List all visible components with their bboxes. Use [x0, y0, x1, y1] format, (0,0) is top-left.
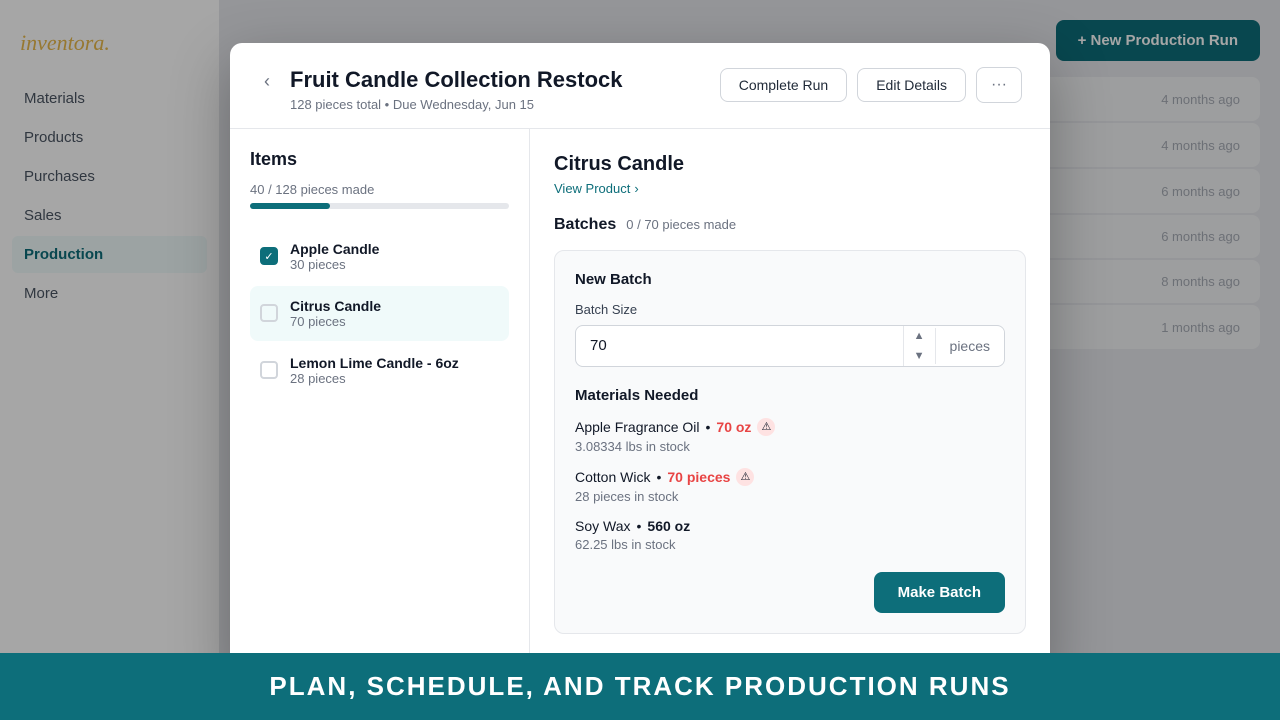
- right-panel: Citrus Candle View Product › Batches 0 /…: [530, 129, 1050, 678]
- items-progress-bar-bg: [250, 203, 509, 209]
- edit-details-button[interactable]: Edit Details: [857, 68, 966, 102]
- batches-progress: 0 / 70 pieces made: [626, 217, 736, 232]
- product-title: Citrus Candle: [554, 153, 1026, 176]
- items-panel-title: Items: [250, 149, 509, 170]
- items-panel: Items 40 / 128 pieces made ✓ Apple Candl…: [230, 129, 530, 678]
- make-batch-row: Make Batch: [575, 572, 1005, 613]
- item-name-apple-candle: Apple Candle: [290, 241, 379, 257]
- warning-icon-cotton-wick: ⚠: [736, 468, 754, 486]
- item-list: ✓ Apple Candle 30 pieces Citrus Candle 7…: [250, 229, 509, 398]
- material-stock-soy-wax: 62.25 lbs in stock: [575, 537, 1005, 552]
- stepper-up-button[interactable]: ▲: [904, 326, 935, 346]
- modal-overlay: ‹ Fruit Candle Collection Restock 128 pi…: [0, 0, 1280, 720]
- batches-label: Batches: [554, 216, 616, 234]
- view-product-link[interactable]: View Product ›: [554, 181, 639, 196]
- modal-subtitle: 128 pieces total • Due Wednesday, Jun 15: [290, 97, 623, 112]
- modal-header-left: ‹ Fruit Candle Collection Restock 128 pi…: [258, 67, 623, 112]
- batch-size-input[interactable]: [576, 327, 903, 364]
- item-pieces-apple-candle: 30 pieces: [290, 257, 379, 272]
- item-checkbox-apple-candle[interactable]: ✓: [260, 247, 278, 265]
- stepper-down-button[interactable]: ▼: [904, 346, 935, 366]
- item-row-apple-candle[interactable]: ✓ Apple Candle 30 pieces: [250, 229, 509, 284]
- production-run-modal: ‹ Fruit Candle Collection Restock 128 pi…: [230, 43, 1050, 678]
- material-stock-cotton-wick: 28 pieces in stock: [575, 489, 1005, 504]
- item-name-lemon-lime-candle: Lemon Lime Candle - 6oz: [290, 355, 459, 371]
- items-progress-bar-fill: [250, 203, 330, 209]
- material-row-cotton-wick: Cotton Wick • 70 pieces ⚠ 28 pieces in s…: [575, 468, 1005, 504]
- modal-header-actions: Complete Run Edit Details ···: [720, 67, 1022, 103]
- modal-title: Fruit Candle Collection Restock: [290, 67, 623, 93]
- material-stock-apple-fragrance: 3.08334 lbs in stock: [575, 439, 1005, 454]
- modal-header: ‹ Fruit Candle Collection Restock 128 pi…: [230, 43, 1050, 129]
- item-checkbox-citrus-candle[interactable]: [260, 304, 278, 322]
- batch-size-stepper: ▲ ▼: [903, 326, 935, 366]
- make-batch-button[interactable]: Make Batch: [874, 572, 1005, 613]
- item-row-lemon-lime-candle[interactable]: Lemon Lime Candle - 6oz 28 pieces: [250, 343, 509, 398]
- batch-size-unit: pieces: [935, 328, 1004, 364]
- batch-size-label: Batch Size: [575, 302, 1005, 317]
- item-checkbox-lemon-lime-candle[interactable]: [260, 361, 278, 379]
- bottom-banner: PLAN, SCHEDULE, AND TRACK PRODUCTION RUN…: [0, 653, 1280, 720]
- new-batch-card: New Batch Batch Size ▲ ▼ pieces Material…: [554, 250, 1026, 634]
- batch-size-input-row: ▲ ▼ pieces: [575, 325, 1005, 367]
- modal-body: Items 40 / 128 pieces made ✓ Apple Candl…: [230, 129, 1050, 678]
- warning-icon-apple-fragrance: ⚠: [757, 418, 775, 436]
- batches-header: Batches 0 / 70 pieces made: [554, 216, 1026, 234]
- new-batch-title: New Batch: [575, 271, 1005, 288]
- more-options-button[interactable]: ···: [976, 67, 1022, 103]
- item-pieces-citrus-candle: 70 pieces: [290, 314, 381, 329]
- material-row-apple-fragrance-oil: Apple Fragrance Oil • 70 oz ⚠ 3.08334 lb…: [575, 418, 1005, 454]
- material-row-soy-wax: Soy Wax • 560 oz 62.25 lbs in stock: [575, 518, 1005, 552]
- items-progress-label: 40 / 128 pieces made: [250, 182, 509, 197]
- back-button[interactable]: ‹: [258, 69, 276, 94]
- item-row-citrus-candle[interactable]: Citrus Candle 70 pieces: [250, 286, 509, 341]
- item-pieces-lemon-lime-candle: 28 pieces: [290, 371, 459, 386]
- item-name-citrus-candle: Citrus Candle: [290, 298, 381, 314]
- complete-run-button[interactable]: Complete Run: [720, 68, 848, 102]
- materials-title: Materials Needed: [575, 387, 1005, 404]
